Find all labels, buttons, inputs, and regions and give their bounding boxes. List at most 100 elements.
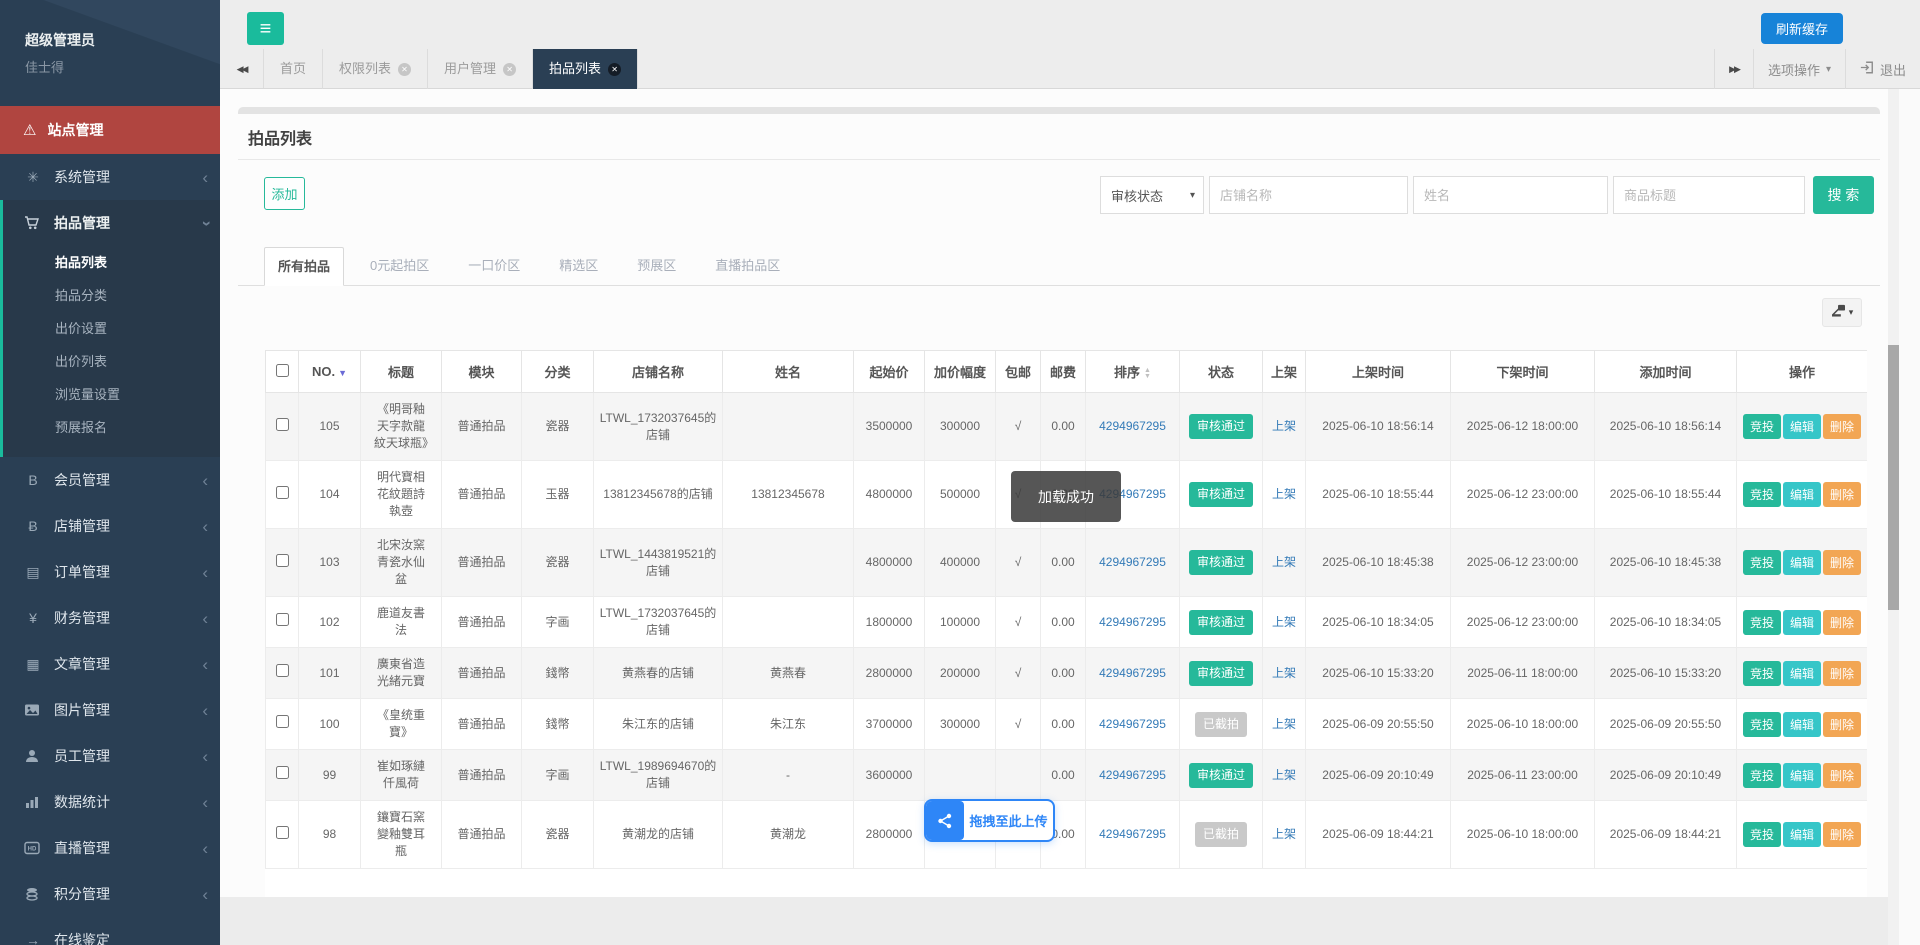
col-name[interactable]: 姓名 [723,351,854,393]
edit-button[interactable]: 编辑 [1783,822,1821,847]
col-status[interactable]: 状态 [1180,351,1263,393]
row-checkbox[interactable] [276,554,289,567]
sort-value-link[interactable]: 4294967295 [1099,555,1166,569]
close-icon[interactable]: ✕ [503,63,516,76]
shelf-link[interactable]: 上架 [1272,555,1296,569]
sidebar-item-auction-category[interactable]: 拍品分类 [3,279,220,312]
sidebar-item-shops[interactable]: Ƀ 店铺管理 ‹ [0,503,220,549]
edit-button[interactable]: 编辑 [1783,482,1821,507]
sidebar-item-statistics[interactable]: 数据统计 ‹ [0,779,220,825]
bid-button[interactable]: 竞投 [1743,712,1781,737]
sidebar-item-staff[interactable]: 员工管理 ‹ [0,733,220,779]
shelf-link[interactable]: 上架 [1272,827,1296,841]
scrollbar-thumb[interactable] [1888,345,1899,610]
refresh-cache-button[interactable]: 刷新缓存 [1761,13,1843,44]
close-icon[interactable]: ✕ [398,63,411,76]
col-sort[interactable]: 排序▲▼ [1086,351,1180,393]
col-shelf-time[interactable]: 上架时间 [1306,351,1451,393]
sidebar-item-views-settings[interactable]: 浏览量设置 [3,378,220,411]
sidebar-item-bid-list[interactable]: 出价列表 [3,345,220,378]
filter-tab-preview[interactable]: 预展区 [624,247,689,286]
shelf-link[interactable]: 上架 [1272,419,1296,433]
sidebar-item-site-management[interactable]: ⚠ 站点管理 [0,106,220,154]
shelf-link[interactable]: 上架 [1272,717,1296,731]
delete-button[interactable]: 删除 [1823,822,1861,847]
sidebar-item-members[interactable]: B 会员管理 ‹ [0,457,220,503]
col-no[interactable]: NO.▼ [299,351,361,393]
bid-button[interactable]: 竞投 [1743,661,1781,686]
row-checkbox[interactable] [276,715,289,728]
add-button[interactable]: 添加 [264,177,305,210]
product-title-input[interactable] [1613,176,1805,214]
col-shelf[interactable]: 上架 [1263,351,1306,393]
name-input[interactable] [1413,176,1608,214]
bid-button[interactable]: 竞投 [1743,414,1781,439]
filter-tab-fixed-price[interactable]: 一口价区 [455,247,533,286]
select-all-checkbox[interactable] [276,364,289,377]
sidebar-item-preview-signup[interactable]: 预展报名 [3,411,220,444]
delete-button[interactable]: 删除 [1823,550,1861,575]
sort-value-link[interactable]: 4294967295 [1099,615,1166,629]
bid-button[interactable]: 竞投 [1743,822,1781,847]
filter-tab-zero-start[interactable]: 0元起拍区 [357,247,442,286]
shelf-link[interactable]: 上架 [1272,487,1296,501]
edit-button[interactable]: 编辑 [1783,414,1821,439]
edit-button[interactable]: 编辑 [1783,610,1821,635]
edit-button[interactable]: 编辑 [1783,661,1821,686]
sort-value-link[interactable]: 4294967295 [1099,768,1166,782]
export-button[interactable]: ▾ [1822,298,1862,327]
delete-button[interactable]: 删除 [1823,712,1861,737]
sidebar-item-orders[interactable]: ▤ 订单管理 ‹ [0,549,220,595]
delete-button[interactable]: 删除 [1823,414,1861,439]
tabs-scroll-left-button[interactable]: ◀◀ [220,49,264,88]
col-title[interactable]: 标题 [361,351,442,393]
col-category[interactable]: 分类 [522,351,594,393]
sidebar-item-live[interactable]: HD 直播管理 ‹ [0,825,220,871]
bid-button[interactable]: 竞投 [1743,610,1781,635]
delete-button[interactable]: 删除 [1823,763,1861,788]
review-status-select[interactable]: 审核状态 ▾ [1100,176,1204,214]
tab-auction-list[interactable]: 拍品列表 ✕ [533,49,638,89]
col-actions[interactable]: 操作 [1737,351,1868,393]
shop-name-input[interactable] [1209,176,1408,214]
delete-button[interactable]: 删除 [1823,610,1861,635]
options-menu-button[interactable]: 选项操作 ▾ [1753,49,1845,89]
row-checkbox[interactable] [276,613,289,626]
col-add-time[interactable]: 添加时间 [1595,351,1737,393]
tab-home[interactable]: 首页 [264,49,323,89]
edit-button[interactable]: 编辑 [1783,550,1821,575]
col-shop[interactable]: 店铺名称 [594,351,723,393]
sort-value-link[interactable]: 4294967295 [1099,827,1166,841]
col-start-price[interactable]: 起始价 [854,351,925,393]
delete-button[interactable]: 删除 [1823,482,1861,507]
col-off-time[interactable]: 下架时间 [1451,351,1595,393]
col-module[interactable]: 模块 [442,351,522,393]
drag-upload-widget[interactable]: 拖拽至此上传 [924,799,1055,842]
logout-button[interactable]: 退出 [1845,49,1920,89]
sort-value-link[interactable]: 4294967295 [1099,717,1166,731]
sidebar-item-images[interactable]: 图片管理 ‹ [0,687,220,733]
col-free-shipping[interactable]: 包邮 [996,351,1041,393]
row-checkbox[interactable] [276,826,289,839]
edit-button[interactable]: 编辑 [1783,712,1821,737]
row-checkbox[interactable] [276,766,289,779]
row-checkbox[interactable] [276,664,289,677]
menu-toggle-button[interactable]: ≡ [247,12,284,45]
bid-button[interactable]: 竞投 [1743,550,1781,575]
filter-tab-featured[interactable]: 精选区 [546,247,611,286]
sidebar-item-online-appraisal[interactable]: → 在线鉴定 [0,917,220,945]
filter-tab-all[interactable]: 所有拍品 [264,247,344,286]
shelf-link[interactable]: 上架 [1272,768,1296,782]
shelf-link[interactable]: 上架 [1272,615,1296,629]
delete-button[interactable]: 删除 [1823,661,1861,686]
sidebar-item-finance[interactable]: ¥ 财务管理 ‹ [0,595,220,641]
tab-user-management[interactable]: 用户管理 ✕ [428,49,533,89]
sidebar-item-articles[interactable]: ▦ 文章管理 ‹ [0,641,220,687]
sidebar-item-bid-settings[interactable]: 出价设置 [3,312,220,345]
sidebar-item-system[interactable]: ✳ 系统管理 ‹ [0,154,220,200]
row-checkbox[interactable] [276,486,289,499]
shelf-link[interactable]: 上架 [1272,666,1296,680]
col-postage[interactable]: 邮费 [1041,351,1086,393]
bid-button[interactable]: 竞投 [1743,482,1781,507]
search-button[interactable]: 搜 索 [1813,176,1874,214]
